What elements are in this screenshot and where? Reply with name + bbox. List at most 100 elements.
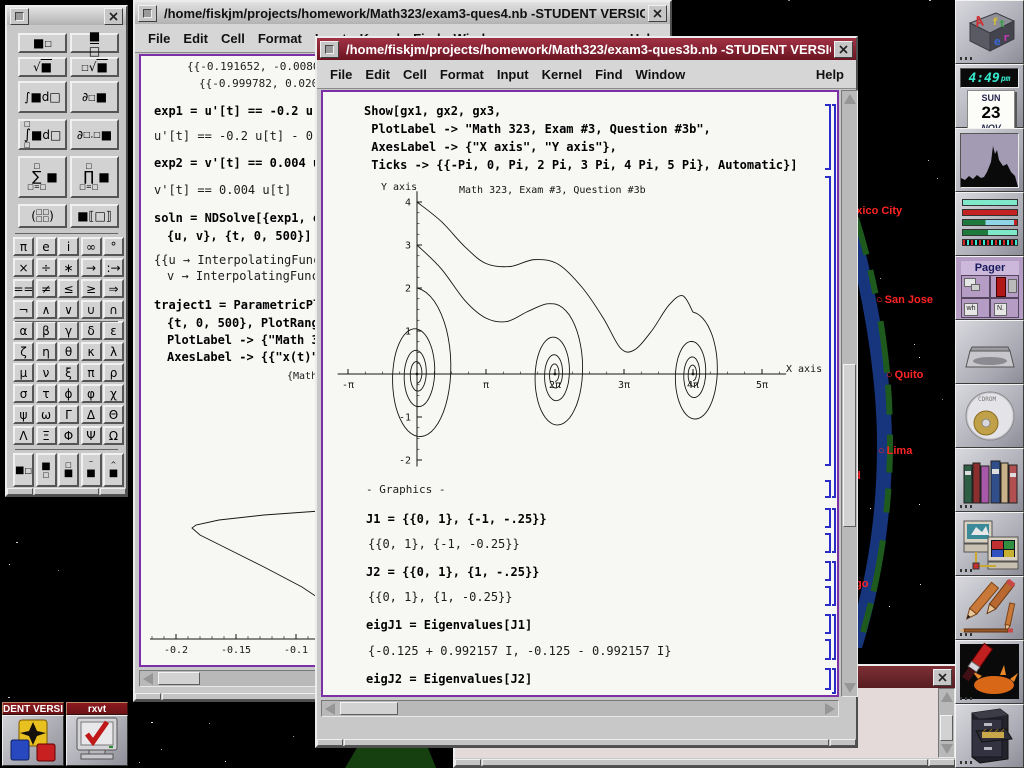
palette-symbol-28[interactable]: κ xyxy=(81,342,102,361)
scroll-up-icon[interactable] xyxy=(941,692,953,702)
menu-item-kernel[interactable]: Kernel xyxy=(542,67,582,82)
palette-symbol-6[interactable]: ÷ xyxy=(36,258,57,277)
palette-script-button-4[interactable]: ^■ xyxy=(103,453,124,487)
wharf-tray[interactable] xyxy=(955,320,1024,384)
wharf-meters[interactable] xyxy=(955,192,1024,256)
palette-button-power[interactable]: ■□ xyxy=(18,33,67,53)
palette-symbol-39[interactable]: χ xyxy=(103,384,124,403)
palette-symbol-32[interactable]: ξ xyxy=(58,363,79,382)
window-menu-icon[interactable] xyxy=(138,5,157,22)
wharf-afterstep-logo[interactable]: A f t e r xyxy=(955,0,1024,64)
horizontal-scrollbar[interactable] xyxy=(321,700,839,717)
palette-symbol-31[interactable]: ν xyxy=(36,363,57,382)
palette-button-matrix[interactable]: (□□□□) xyxy=(18,204,67,228)
palette-symbol-23[interactable]: δ xyxy=(81,321,102,340)
palette-symbol-34[interactable]: ρ xyxy=(103,363,124,382)
palette-button-definite-integral[interactable]: □∫□■d□ xyxy=(18,119,67,150)
wharf-file-cabinet[interactable] xyxy=(955,704,1024,768)
palette-symbol-20[interactable]: α xyxy=(13,321,34,340)
palette-button-sum[interactable]: □∑□=□■ xyxy=(18,156,67,198)
wharf-computers[interactable] xyxy=(955,512,1024,576)
palette-script-button-0[interactable]: ■□ xyxy=(13,453,34,487)
palette-button-nth-root[interactable]: □√■ xyxy=(70,57,119,77)
close-icon[interactable] xyxy=(933,669,952,686)
palette-symbol-45[interactable]: Λ xyxy=(13,426,34,445)
palette-symbol-42[interactable]: Γ xyxy=(58,405,79,424)
palette-symbol-3[interactable]: ∞ xyxy=(81,237,102,256)
palette-symbol-36[interactable]: τ xyxy=(36,384,57,403)
close-icon[interactable] xyxy=(648,5,667,22)
wharf-paint[interactable] xyxy=(955,640,1024,704)
palette-symbol-29[interactable]: λ xyxy=(103,342,124,361)
palette-symbol-18[interactable]: ∪ xyxy=(81,300,102,319)
menu-item-window[interactable]: Window xyxy=(636,67,686,82)
palette-symbol-24[interactable]: ε xyxy=(103,321,124,340)
palette-symbol-47[interactable]: Φ xyxy=(58,426,79,445)
palette-symbol-10[interactable]: == xyxy=(13,279,34,298)
wharf-books[interactable] xyxy=(955,448,1024,512)
palette-symbol-14[interactable]: ⇒ xyxy=(103,279,124,298)
palette-button-sqrt[interactable]: √■ xyxy=(18,57,67,77)
palette-symbol-2[interactable]: i xyxy=(58,237,79,256)
wharf-pencils[interactable] xyxy=(955,576,1024,640)
palette-symbol-37[interactable]: ϕ xyxy=(58,384,79,403)
palette-symbol-48[interactable]: Ψ xyxy=(81,426,102,445)
menu-item-cell[interactable]: Cell xyxy=(221,31,245,46)
iconified-mathematica[interactable]: DENT VERSION xyxy=(2,702,64,766)
vertical-scrollbar[interactable] xyxy=(841,90,858,697)
palette-symbol-35[interactable]: σ xyxy=(13,384,34,403)
palette-symbol-1[interactable]: e xyxy=(36,237,57,256)
palette-symbol-43[interactable]: Δ xyxy=(81,405,102,424)
pager-desk-2[interactable] xyxy=(990,275,1019,298)
cell-bracket[interactable] xyxy=(832,614,836,660)
cell-bracket[interactable] xyxy=(825,480,831,498)
close-icon[interactable] xyxy=(834,41,853,58)
cell-bracket[interactable] xyxy=(825,533,831,553)
palette-symbol-49[interactable]: Ω xyxy=(103,426,124,445)
palette-symbol-15[interactable]: ¬ xyxy=(13,300,34,319)
cell-bracket[interactable] xyxy=(832,508,836,553)
scrollbar-thumb[interactable] xyxy=(158,672,200,685)
menu-item-file[interactable]: File xyxy=(330,67,352,82)
palette-symbol-41[interactable]: ω xyxy=(36,405,57,424)
palette-symbol-8[interactable]: → xyxy=(81,258,102,277)
palette-symbol-9[interactable]: :→ xyxy=(103,258,124,277)
palette-symbol-0[interactable]: π xyxy=(13,237,34,256)
menu-item-help[interactable]: Help xyxy=(816,67,844,82)
palette-symbol-16[interactable]: ∧ xyxy=(36,300,57,319)
palette-symbol-40[interactable]: ψ xyxy=(13,405,34,424)
menu-item-edit[interactable]: Edit xyxy=(365,67,390,82)
scroll-left-icon[interactable] xyxy=(143,673,153,685)
menu-item-file[interactable]: File xyxy=(148,31,170,46)
palette-symbol-7[interactable]: ∗ xyxy=(58,258,79,277)
scroll-down-icon[interactable] xyxy=(941,744,953,754)
titlebar[interactable] xyxy=(7,7,126,25)
palette-button-fraction[interactable]: ■□ xyxy=(70,33,119,53)
palette-symbol-12[interactable]: ≤ xyxy=(58,279,79,298)
palette-symbol-13[interactable]: ≥ xyxy=(81,279,102,298)
notebook-view[interactable]: -ππ2π3π4π5π-2-11234X axisY axisMath 323,… xyxy=(321,90,839,697)
cell-bracket[interactable] xyxy=(832,668,836,694)
palette-symbol-11[interactable]: ≠ xyxy=(36,279,57,298)
cell-bracket[interactable] xyxy=(825,176,831,466)
palette-button-product[interactable]: □∏□=□■ xyxy=(70,156,119,198)
palette-symbol-46[interactable]: Ξ xyxy=(36,426,57,445)
palette-symbol-30[interactable]: μ xyxy=(13,363,34,382)
cell-bracket[interactable] xyxy=(825,104,831,170)
cell-bracket[interactable] xyxy=(825,639,831,660)
palette-script-button-2[interactable]: □■ xyxy=(58,453,79,487)
palette-script-button-3[interactable]: ‾■ xyxy=(81,453,102,487)
palette-button-part[interactable]: ■⟦□⟧ xyxy=(70,204,119,228)
cell-bracket[interactable] xyxy=(825,614,831,634)
palette-symbol-4[interactable]: ° xyxy=(103,237,124,256)
window-exam3-ques3b[interactable]: /home/fiskjm/projects/homework/Math323/e… xyxy=(315,36,858,748)
palette-script-button-1[interactable]: ■□ xyxy=(36,453,57,487)
palette-button-partial-d[interactable]: ∂□■ xyxy=(70,81,119,113)
palette-symbol-17[interactable]: ∨ xyxy=(58,300,79,319)
palette-symbol-38[interactable]: φ xyxy=(81,384,102,403)
palette-symbol-21[interactable]: β xyxy=(36,321,57,340)
cell-bracket[interactable] xyxy=(825,508,831,528)
palette-button-partial-d2[interactable]: ∂□,□■ xyxy=(70,119,119,150)
vertical-scrollbar[interactable] xyxy=(938,688,955,758)
scrollbar-thumb[interactable] xyxy=(340,702,398,715)
